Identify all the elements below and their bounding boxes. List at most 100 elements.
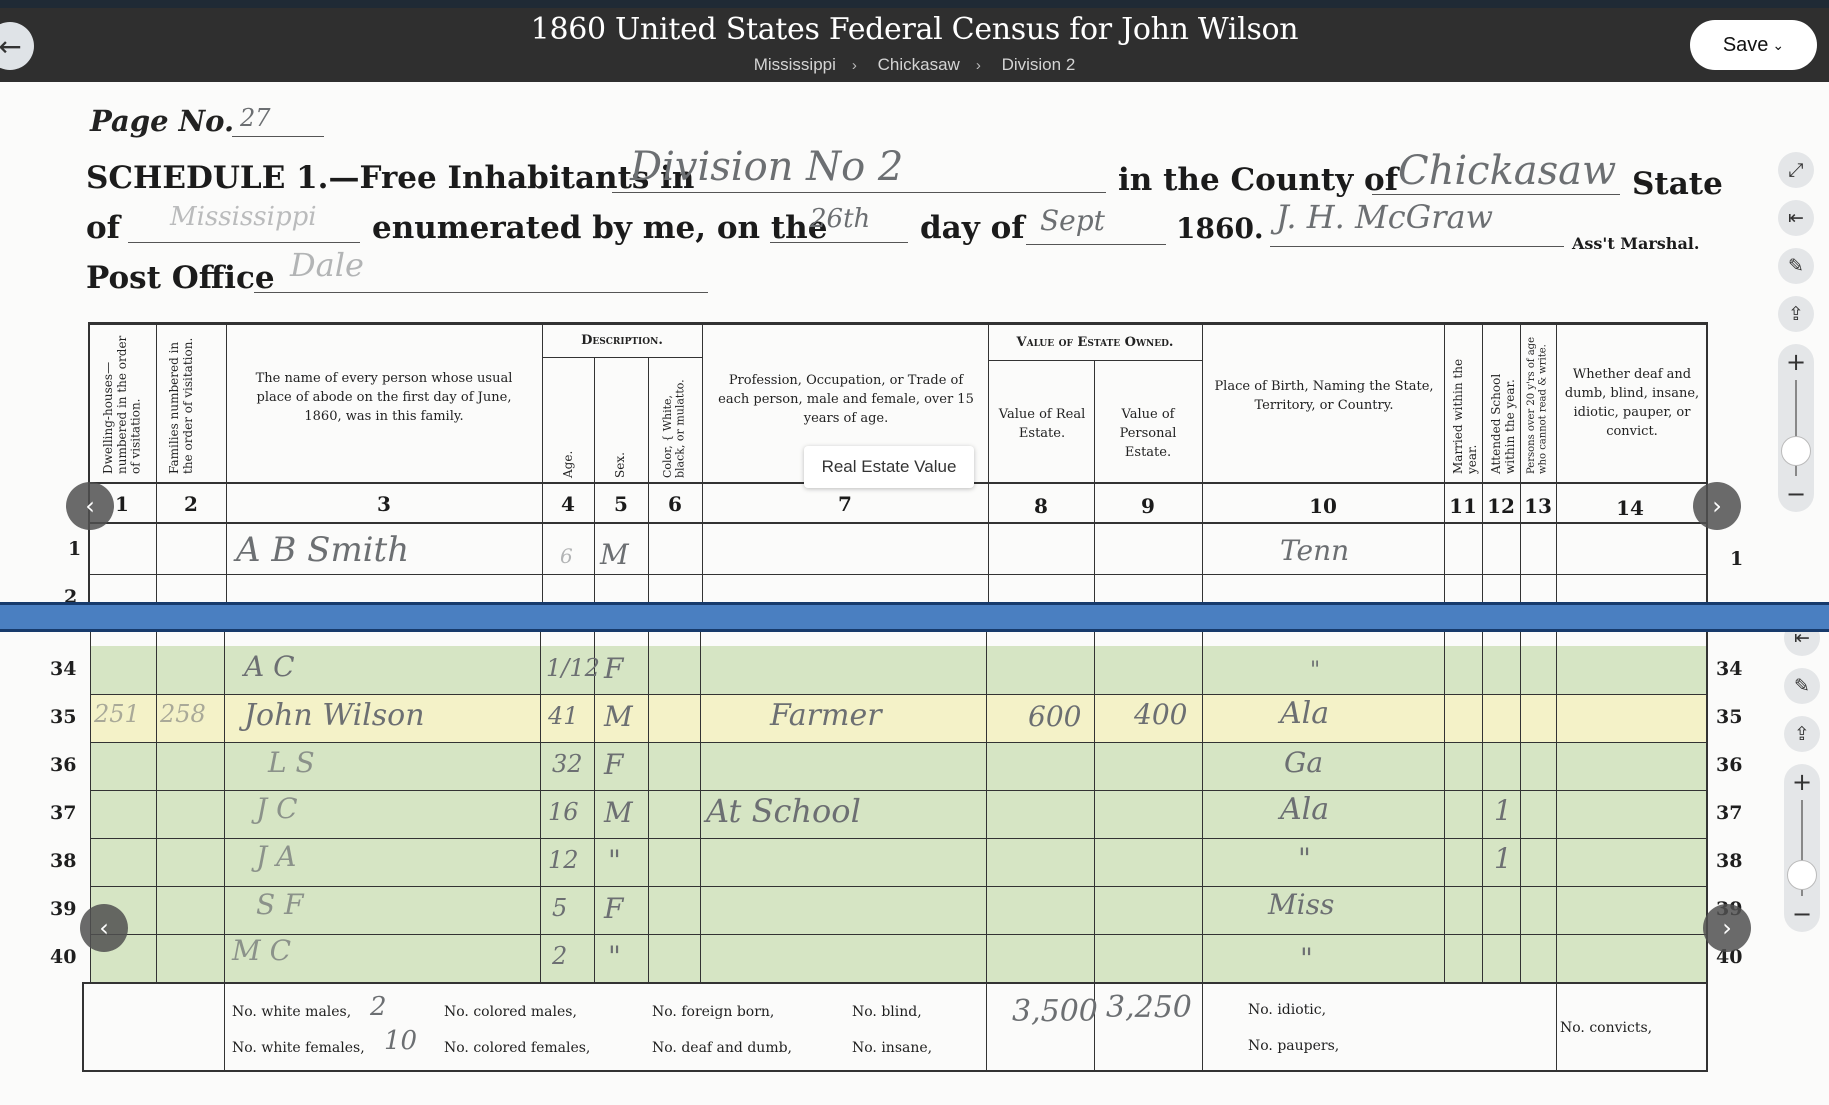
next-image-button[interactable]: › xyxy=(1693,482,1741,530)
cell-age: 6 xyxy=(560,544,573,568)
prev-image-button[interactable]: ‹ xyxy=(66,482,114,530)
zoom-slider[interactable]: + − xyxy=(1784,764,1820,932)
col-number: 7 xyxy=(838,492,852,516)
save-button[interactable]: Save ⌄ xyxy=(1690,20,1817,70)
state-label: State xyxy=(1632,166,1723,202)
cell-birthplace: " xyxy=(1310,658,1321,683)
viewer-splitter[interactable] xyxy=(0,602,1829,632)
cell-name: John Wilson xyxy=(244,698,425,733)
post-office-value: Dale xyxy=(290,246,364,284)
divider xyxy=(1026,244,1166,245)
divider xyxy=(88,574,1708,575)
cell-age: 41 xyxy=(548,702,579,730)
upper-toolbar: ⤢ ⇤ ✎ ⇪ + − xyxy=(1776,152,1816,512)
col-number: 6 xyxy=(668,492,682,516)
zoom-out-button[interactable]: − xyxy=(1778,476,1814,512)
cell-sex: M xyxy=(600,538,629,571)
month-value: Sept xyxy=(1040,204,1105,237)
cell-name: J A xyxy=(256,840,297,873)
next-image-button[interactable]: › xyxy=(1703,904,1751,952)
col-number: 5 xyxy=(614,492,628,516)
state-value: Mississippi xyxy=(170,202,317,232)
col-header-age: Age. xyxy=(561,450,575,478)
zoom-handle[interactable] xyxy=(1781,436,1811,466)
col-header-color: Color, { White, black, or mulatto. xyxy=(661,379,687,478)
blind-label: No. blind, xyxy=(852,1004,922,1020)
col-number: 2 xyxy=(184,492,198,516)
cell-sex: M xyxy=(604,796,633,829)
upper-image-viewer[interactable]: Page No. 27 SCHEDULE 1.—Free Inhabitants… xyxy=(0,82,1829,602)
divider xyxy=(542,357,702,358)
divider xyxy=(90,790,1708,791)
row-number: 40 xyxy=(50,946,77,968)
row-number: 36 xyxy=(1716,754,1743,776)
county-value: Chickasaw xyxy=(1398,148,1617,194)
zoom-in-button[interactable]: + xyxy=(1778,344,1814,380)
cell-sex: " xyxy=(608,940,621,973)
collapse-left-icon[interactable]: ⇤ xyxy=(1784,632,1820,656)
divider xyxy=(224,632,225,1072)
divider xyxy=(1270,246,1564,247)
divider xyxy=(1520,322,1521,602)
divider xyxy=(88,522,1708,524)
cell-name: L S xyxy=(268,746,315,779)
cell-sex: M xyxy=(604,700,633,733)
real-estate-total: 3,500 xyxy=(1012,994,1098,1029)
divider xyxy=(1482,632,1483,982)
divider xyxy=(90,694,1708,695)
col-header-school: Attended School within the year. xyxy=(1489,373,1517,474)
white-females-value: 10 xyxy=(384,1026,418,1056)
table-row xyxy=(90,742,1708,790)
col-number: 12 xyxy=(1487,494,1515,518)
cell-personal-estate: 400 xyxy=(1134,698,1188,731)
prev-image-button[interactable]: ‹ xyxy=(80,904,128,952)
breadcrumb-state[interactable]: Mississippi xyxy=(754,55,836,74)
divider xyxy=(88,322,1708,325)
zoom-in-button[interactable]: + xyxy=(1784,764,1820,800)
cell-sex: F xyxy=(604,748,624,781)
chevron-right-icon: › xyxy=(851,57,857,74)
cell-dwelling: 251 xyxy=(94,700,140,728)
divider xyxy=(594,632,595,982)
county-label: in the County of xyxy=(1118,162,1399,198)
row-number: 36 xyxy=(50,754,77,776)
cell-family: 258 xyxy=(160,700,206,728)
row-number: 35 xyxy=(50,706,77,728)
share-icon[interactable]: ⇪ xyxy=(1778,296,1814,332)
personal-estate-total: 3,250 xyxy=(1106,990,1192,1025)
zoom-slider[interactable]: + − xyxy=(1778,344,1814,512)
expand-icon[interactable]: ⤢ xyxy=(1778,152,1814,188)
divider xyxy=(986,632,987,1072)
page-title: 1860 United States Federal Census for Jo… xyxy=(530,12,1299,47)
breadcrumb-division[interactable]: Division 2 xyxy=(1002,55,1076,74)
zoom-track[interactable] xyxy=(1787,800,1817,896)
cell-attended-school: 1 xyxy=(1494,794,1512,827)
col-header-occupation: Profession, Occupation, or Trade of each… xyxy=(718,373,974,426)
divider xyxy=(90,886,1708,887)
col-header-birthplace: Place of Birth, Naming the State, Territ… xyxy=(1214,379,1434,413)
col-header-name: The name of every person whose usual pla… xyxy=(255,371,513,424)
zoom-out-button[interactable]: − xyxy=(1784,896,1820,932)
colored-males-label: No. colored males, xyxy=(444,1004,577,1020)
cell-occupation: At School xyxy=(706,792,861,830)
cell-age: 16 xyxy=(548,798,579,826)
divider xyxy=(1556,632,1557,1072)
divider xyxy=(700,632,701,982)
zoom-handle[interactable] xyxy=(1787,860,1817,890)
convicts-label: No. convicts, xyxy=(1560,1020,1653,1036)
marshal-label: Ass't Marshal. xyxy=(1572,234,1700,253)
breadcrumb-county[interactable]: Chickasaw xyxy=(878,55,960,74)
wrench-icon[interactable]: ✎ xyxy=(1778,248,1814,284)
col-header-family: Families numbered in the order of visita… xyxy=(167,337,195,474)
lower-image-viewer[interactable]: 34 34 A C 1/12 F " 35 35 251 258 John Wi… xyxy=(0,632,1829,1105)
wrench-icon[interactable]: ✎ xyxy=(1784,668,1820,704)
cell-name: J C xyxy=(256,792,298,825)
divider xyxy=(82,1070,1708,1072)
cell-birthplace: " xyxy=(1300,942,1313,975)
zoom-track[interactable] xyxy=(1781,380,1811,476)
divider xyxy=(82,982,1708,984)
collapse-left-icon[interactable]: ⇤ xyxy=(1778,200,1814,236)
colored-females-label: No. colored females, xyxy=(444,1040,591,1056)
cell-name: A C xyxy=(244,650,295,683)
share-icon[interactable]: ⇪ xyxy=(1784,716,1820,752)
